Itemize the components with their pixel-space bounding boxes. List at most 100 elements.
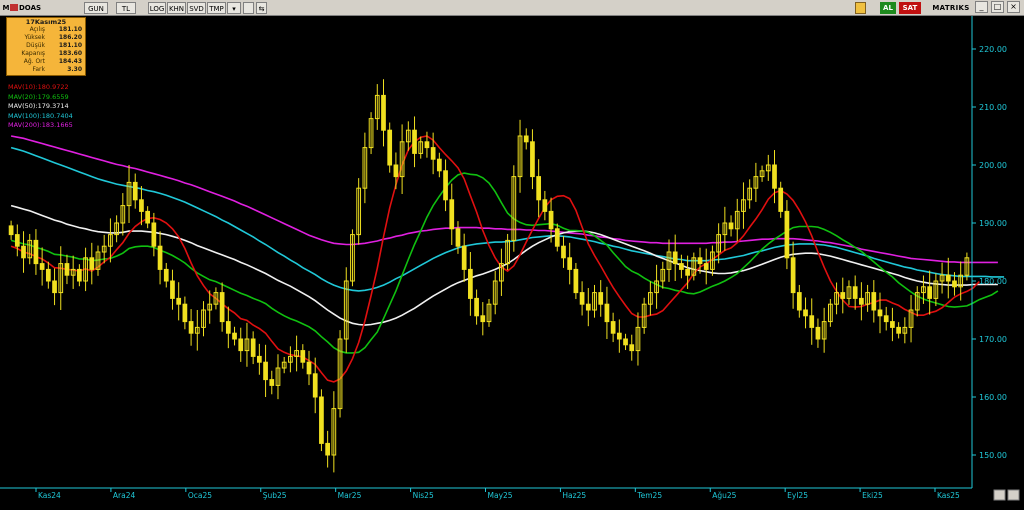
- candle-body: [312, 373, 318, 398]
- nav-right-icon[interactable]: [1007, 489, 1020, 501]
- candle-body: [561, 245, 566, 259]
- legend-mav50[interactable]: MAV(50):179.3714: [8, 102, 73, 112]
- maximize-icon[interactable]: □: [991, 1, 1004, 13]
- y-tick-label: 170.00: [979, 335, 1007, 344]
- candle-body: [157, 245, 163, 270]
- candle-body: [225, 321, 231, 334]
- candle-body: [436, 158, 442, 172]
- candle-body: [803, 309, 808, 317]
- candle-body: [412, 129, 417, 154]
- nav-left-icon[interactable]: [993, 489, 1006, 501]
- tmp-button[interactable]: TMP: [207, 2, 226, 14]
- flag-icon: [10, 4, 18, 11]
- candle-body: [393, 164, 399, 178]
- svd-button[interactable]: SVD: [187, 2, 206, 14]
- y-tick-label: 200.00: [979, 161, 1007, 170]
- candle-body: [449, 199, 455, 230]
- legend-label: MAV(10): [8, 83, 36, 91]
- info-label: Fark: [32, 66, 45, 73]
- candle-body: [300, 350, 306, 363]
- candle-body: [21, 245, 26, 259]
- x-tick-label: May25: [488, 491, 513, 500]
- y-tick-label: 180.00: [979, 277, 1007, 286]
- minimize-icon[interactable]: _: [975, 1, 988, 13]
- candle-body: [256, 355, 262, 363]
- legend-value: :180.7404: [39, 111, 73, 120]
- khn-button[interactable]: KHN: [167, 2, 186, 14]
- candle-body: [232, 332, 237, 340]
- info-label: Açılış: [29, 26, 45, 33]
- candle-body: [89, 257, 95, 270]
- candle-body: [443, 170, 448, 201]
- candle-body: [530, 141, 535, 178]
- candle-body: [679, 263, 684, 270]
- x-tick-label: Ara24: [113, 491, 136, 500]
- x-tick-label: Oca25: [188, 491, 212, 500]
- info-date: 17Kasım25: [25, 18, 67, 26]
- candle-body: [139, 199, 144, 212]
- candle-body: [52, 280, 57, 294]
- symbol-label[interactable]: DOAS: [19, 2, 49, 14]
- price-chart[interactable]: 150.00 160.00 170.00 180.00 190.00 200.00 210.…: [0, 16, 1024, 510]
- candle-body: [927, 286, 933, 299]
- close-icon[interactable]: ×: [1007, 1, 1020, 13]
- candle-body: [39, 263, 45, 270]
- candle-body: [263, 361, 268, 381]
- candle-body: [474, 297, 479, 317]
- candle-body: [784, 210, 790, 259]
- candle-body: [877, 309, 883, 317]
- candle-body: [64, 263, 70, 276]
- legend-mav10[interactable]: MAV(10):180.9722: [8, 83, 73, 93]
- legend-label: MAV(50): [8, 102, 36, 111]
- info-label: Yüksek: [24, 34, 45, 41]
- toolbar: M DOAS GUN TL LOG KHN SVD TMP ▾ ⇆ AL SAT…: [0, 0, 1024, 16]
- brand-logo: MATRIKS: [932, 4, 970, 12]
- ma-line-mav10: [10, 135, 980, 383]
- ohlc-info-box: 17Kasım25 Açılış 181.10 Yüksek 186.20 Düşü…: [6, 17, 86, 76]
- candle-body: [269, 379, 275, 386]
- candle-body: [703, 263, 709, 270]
- pin-icon[interactable]: [855, 2, 866, 14]
- candle-body: [598, 292, 604, 305]
- candle-body: [45, 268, 51, 282]
- candle-body: [523, 135, 529, 143]
- candle-body: [890, 321, 895, 328]
- candle-body: [616, 332, 622, 340]
- legend-mav20[interactable]: MAV(20):179.6559: [8, 93, 73, 103]
- al-button[interactable]: AL: [880, 2, 896, 14]
- legend-mav200[interactable]: MAV(200):183.1665: [8, 121, 73, 131]
- legend-mav100[interactable]: MAV(100):180.7404: [8, 112, 73, 122]
- candle-body: [796, 292, 802, 311]
- candle-body: [14, 234, 20, 247]
- candle-body: [610, 321, 616, 334]
- candle-body: [77, 268, 82, 282]
- x-tick-label: Eyl25: [787, 491, 808, 500]
- candle-body: [238, 338, 244, 352]
- x-tick-label: Eki25: [862, 491, 883, 500]
- candle-body: [387, 129, 393, 166]
- candle-body: [896, 326, 901, 334]
- mirror-icon[interactable]: ⇆: [256, 2, 267, 14]
- info-value: 181.10: [58, 42, 82, 49]
- candle-body: [852, 286, 858, 299]
- x-tick-label: Kas25: [937, 491, 960, 500]
- candle-body: [585, 303, 591, 311]
- sat-button[interactable]: SAT: [899, 2, 921, 14]
- candle-body: [883, 315, 889, 323]
- dropdown-icon[interactable]: ▾: [227, 2, 241, 14]
- currency-button[interactable]: TL: [116, 2, 136, 14]
- period-button[interactable]: GUN: [84, 2, 108, 14]
- menu-icon[interactable]: M: [2, 2, 10, 14]
- candle-body: [250, 338, 256, 357]
- candle-body: [778, 187, 784, 212]
- info-value: 183.60: [58, 50, 82, 57]
- legend-value: :179.6559: [35, 92, 69, 101]
- y-tick-label: 160.00: [979, 393, 1007, 402]
- log-button[interactable]: LOG: [148, 2, 166, 14]
- candle-body: [604, 303, 610, 323]
- checkbox-icon[interactable]: [243, 2, 254, 14]
- candle-body: [697, 257, 703, 265]
- info-value: 3.30: [67, 66, 82, 73]
- candle-body: [182, 303, 188, 323]
- candle-body: [672, 251, 678, 265]
